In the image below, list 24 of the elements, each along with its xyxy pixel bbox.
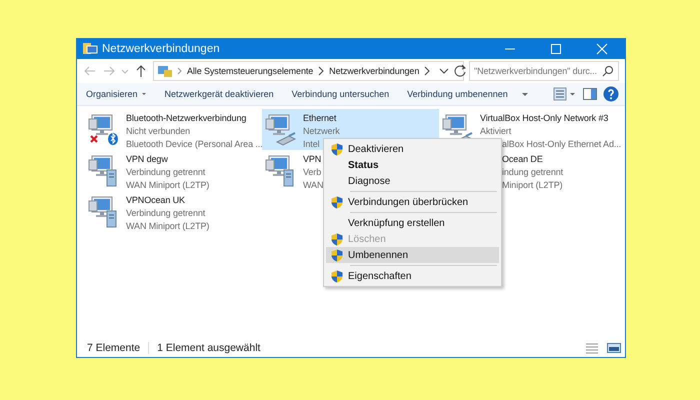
- connection-status: Netzwerk: [303, 125, 340, 138]
- connection-name: VPN degw: [126, 153, 168, 166]
- device-name: Intel: [303, 138, 320, 151]
- device-name: alBox Host-Only Ethernet Ad...: [501, 138, 622, 151]
- connection-name: Ethernet: [303, 112, 336, 125]
- device-name: Bluetooth Device (Personal Area ...: [126, 138, 263, 151]
- connection-status: indung getrennt: [501, 166, 564, 179]
- connection-name: VPNOcean UK: [126, 194, 185, 207]
- connection-name: VirtualBox Host-Only Network #3: [480, 112, 608, 125]
- device-name: WAN Miniport (L2TP): [126, 179, 210, 192]
- device-name: Miniport (L2TP): [501, 179, 563, 192]
- connection-status: Verbindung getrennt: [126, 166, 206, 179]
- connection-name: Ocean DE: [501, 153, 543, 166]
- device-name: WAN: [303, 179, 324, 192]
- connection-status: Verb: [303, 166, 322, 179]
- window-title: Netzwerkverbindungen: [102, 43, 220, 55]
- connection-status: Aktiviert: [480, 125, 512, 138]
- connection-name: VPN: [303, 153, 322, 166]
- connection-status: Verbindung getrennt: [126, 207, 206, 220]
- connection-name: Bluetooth-Netzwerkverbindung: [126, 112, 246, 125]
- device-name: WAN Miniport (L2TP): [126, 220, 210, 232]
- status-text: 1 Element ausgewählt: [157, 342, 260, 354]
- connection-status: Nicht verbunden: [126, 125, 190, 138]
- status-text: 7 Elemente: [87, 342, 140, 354]
